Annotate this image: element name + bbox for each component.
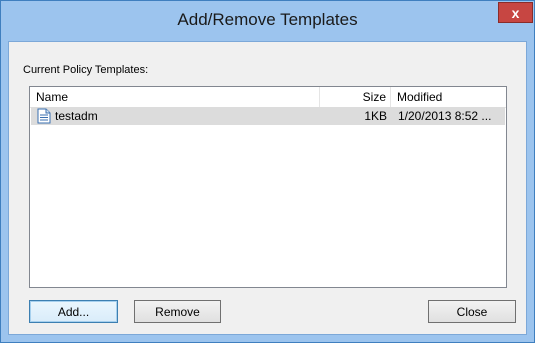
remove-button[interactable]: Remove (134, 300, 221, 323)
close-window-button[interactable]: x (498, 2, 533, 23)
template-size: 1KB (364, 109, 387, 123)
column-header-name[interactable]: Name (30, 87, 320, 107)
list-item[interactable]: testadm 1KB 1/20/2013 8:52 ... (31, 107, 505, 125)
template-modified: 1/20/2013 8:52 ... (398, 109, 492, 123)
list-header: Name Size Modified (30, 87, 506, 108)
column-header-size[interactable]: Size (320, 87, 391, 107)
close-button[interactable]: Close (428, 300, 516, 323)
templates-list[interactable]: Name Size Modified testadm 1KB 1/20/2013… (29, 86, 507, 288)
column-header-modified[interactable]: Modified (391, 87, 506, 107)
dialog-title: Add/Remove Templates (177, 10, 358, 29)
close-icon: x (511, 4, 520, 21)
template-name: testadm (55, 109, 98, 123)
add-button[interactable]: Add... (29, 300, 118, 323)
current-policy-templates-label: Current Policy Templates: (23, 64, 149, 76)
file-icon (37, 108, 51, 124)
title-bar[interactable]: Add/Remove Templates x (1, 1, 534, 41)
